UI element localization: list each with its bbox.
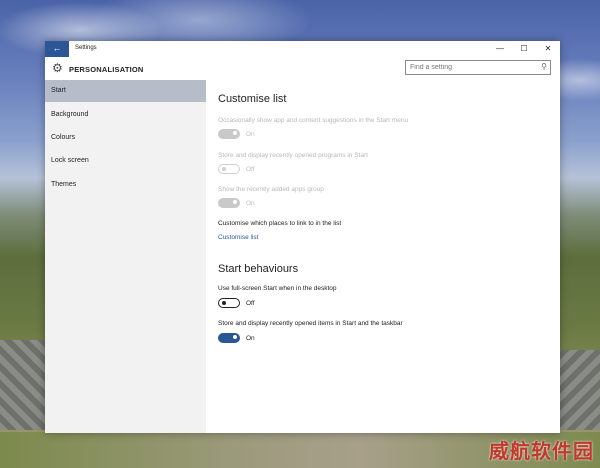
places-label: Customise which places to link to in the…	[218, 220, 342, 227]
title-bar: ← Settings — ☐ ✕	[45, 41, 560, 57]
recent-programs-label: Store and display recently opened progra…	[218, 152, 368, 159]
sidebar-item-background[interactable]: Background	[45, 104, 206, 126]
search-input[interactable]	[410, 62, 530, 73]
sidebar-item-start[interactable]: Start	[45, 80, 206, 102]
sidebar-item-themes[interactable]: Themes	[45, 174, 206, 196]
recent-programs-toggle	[218, 164, 240, 174]
maximize-button[interactable]: ☐	[512, 41, 536, 57]
close-button[interactable]: ✕	[536, 41, 560, 57]
watermark: 威航软件园	[489, 439, 594, 463]
suggestions-label: Occasionally show app and content sugges…	[218, 117, 409, 124]
customise-list-link[interactable]: Customise list	[218, 234, 258, 241]
page-title: PERSONALISATION	[69, 65, 144, 74]
suggestions-state: On	[246, 131, 255, 138]
recent-apps-toggle	[218, 198, 240, 208]
gear-icon: ⚙	[52, 61, 63, 75]
section-title-start-behaviours: Start behaviours	[218, 263, 299, 275]
fullscreen-state: Off	[246, 300, 255, 307]
search-icon[interactable]: ⚲	[541, 62, 547, 71]
recent-items-label: Store and display recently opened items …	[218, 320, 403, 327]
window-title: Settings	[75, 45, 97, 51]
suggestions-toggle	[218, 129, 240, 139]
search-box[interactable]: ⚲	[405, 60, 551, 75]
section-title-customise-list: Customise list	[218, 93, 287, 105]
sidebar: Start Background Colours Lock screen The…	[45, 80, 206, 433]
recent-items-state: On	[246, 335, 255, 342]
recent-programs-state: Off	[246, 166, 255, 173]
back-arrow-icon: ←	[52, 43, 62, 53]
stone-wall-left	[0, 340, 45, 430]
main-content: Customise list Occasionally show app and…	[206, 80, 560, 433]
sidebar-item-lock-screen[interactable]: Lock screen	[45, 150, 206, 172]
recent-apps-label: Show the recently added apps group	[218, 186, 324, 193]
settings-window: ← Settings — ☐ ✕ ⚙ PERSONALISATION ⚲ Sta…	[45, 41, 560, 433]
fullscreen-toggle[interactable]	[218, 298, 240, 308]
stone-wall-right	[560, 350, 600, 430]
back-button[interactable]: ←	[45, 41, 69, 57]
recent-items-toggle[interactable]	[218, 333, 240, 343]
minimize-button[interactable]: —	[488, 41, 512, 57]
fullscreen-label: Use full-screen Start when in the deskto…	[218, 285, 337, 292]
sidebar-item-colours[interactable]: Colours	[45, 127, 206, 149]
recent-apps-state: On	[246, 200, 255, 207]
